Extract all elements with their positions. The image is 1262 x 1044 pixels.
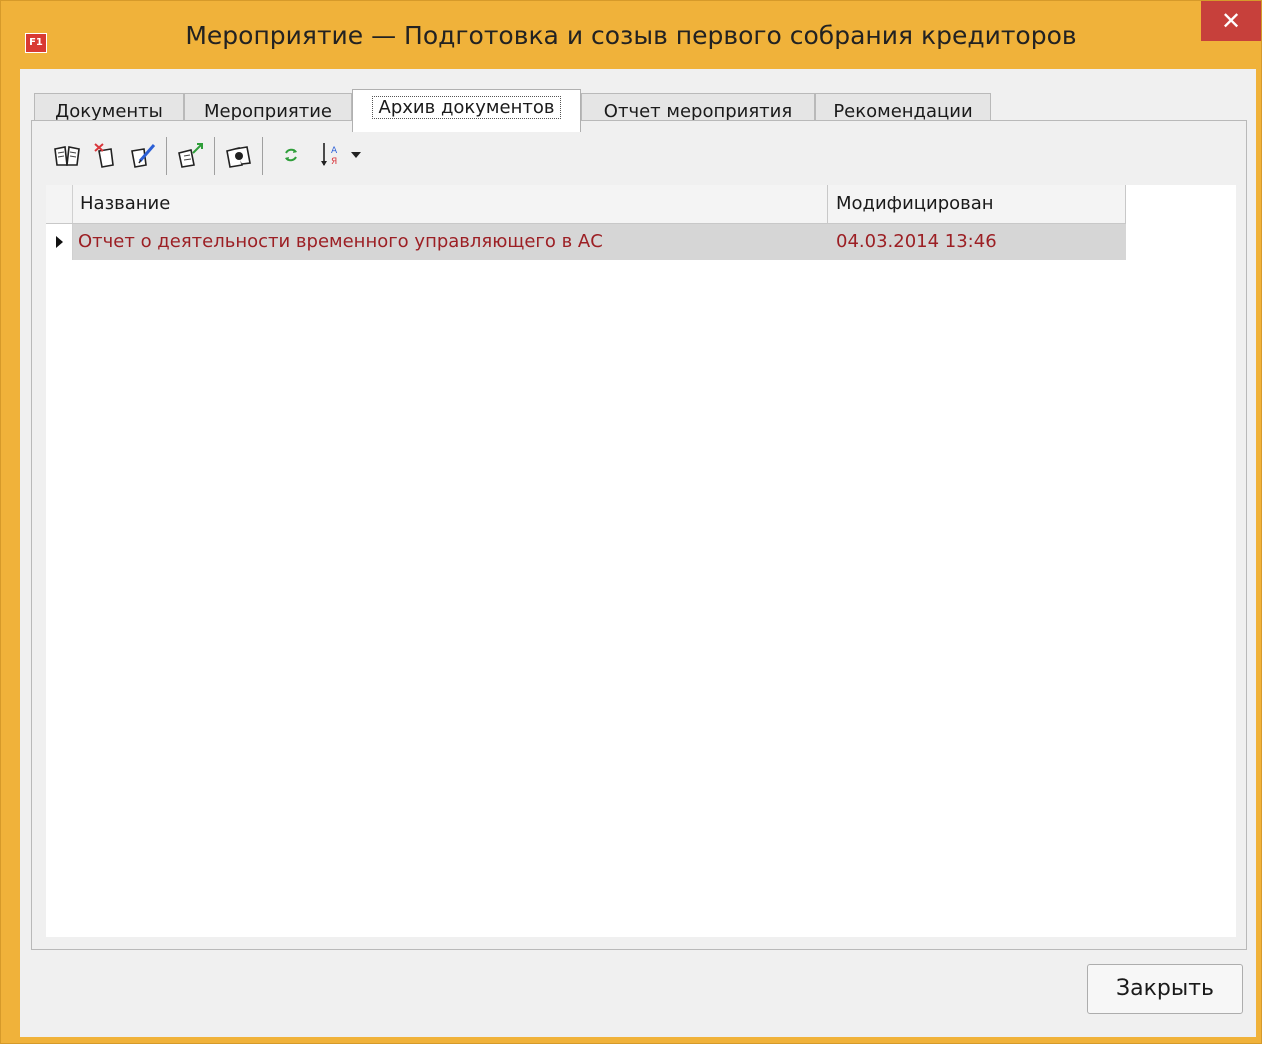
toolbar-separator <box>166 137 167 175</box>
cell-name[interactable]: Отчет о деятельности временного управляю… <box>72 224 828 260</box>
client-area: Документы Мероприятие Архив документов О… <box>20 69 1256 1037</box>
tab-label: Отчет мероприятия <box>603 101 793 122</box>
delete-document-icon[interactable] <box>88 137 122 173</box>
view-document-icon[interactable] <box>222 137 256 173</box>
cell-modified[interactable]: 04.03.2014 13:46 <box>828 224 1126 260</box>
column-header-name[interactable]: Название <box>72 185 828 223</box>
svg-text:А: А <box>331 146 338 156</box>
column-header-modified[interactable]: Модифицирован <box>828 185 1126 223</box>
documents-grid: Название Модифицирован Отчет о деятельно… <box>46 185 1236 937</box>
tab-label: Рекомендации <box>833 101 973 122</box>
dropdown-arrow-icon[interactable] <box>346 137 366 173</box>
close-button[interactable]: Закрыть <box>1087 964 1243 1014</box>
toolbar-separator <box>214 137 215 175</box>
grid-header: Название Модифицирован <box>46 185 1126 224</box>
archive-tab-page: А Я Название Модифицирован Отчет о деяте… <box>31 120 1247 950</box>
tab-label: Документы <box>55 101 163 122</box>
export-document-icon[interactable] <box>174 137 208 173</box>
tab-label: Архив документов <box>371 96 562 119</box>
open-book-icon[interactable] <box>50 137 84 173</box>
title-bar[interactable]: F1 Мероприятие — Подготовка и созыв перв… <box>1 1 1261 69</box>
row-pointer-icon <box>46 224 73 260</box>
header-indicator-cell <box>46 185 73 223</box>
window-title: Мероприятие — Подготовка и созыв первого… <box>185 21 1077 50</box>
refresh-icon[interactable] <box>274 137 308 173</box>
window-close-button[interactable]: ✕ <box>1201 1 1261 41</box>
dialog-window: F1 Мероприятие — Подготовка и созыв перв… <box>0 0 1262 1044</box>
tab-document-archive[interactable]: Архив документов <box>352 89 581 132</box>
toolbar-separator <box>262 137 263 175</box>
tab-label: Мероприятие <box>203 101 333 122</box>
svg-text:Я: Я <box>331 157 337 167</box>
app-icon: F1 <box>25 33 47 53</box>
sort-az-icon[interactable]: А Я <box>314 137 348 173</box>
table-row[interactable]: Отчет о деятельности временного управляю… <box>46 224 1126 260</box>
edit-document-icon[interactable] <box>126 137 160 173</box>
